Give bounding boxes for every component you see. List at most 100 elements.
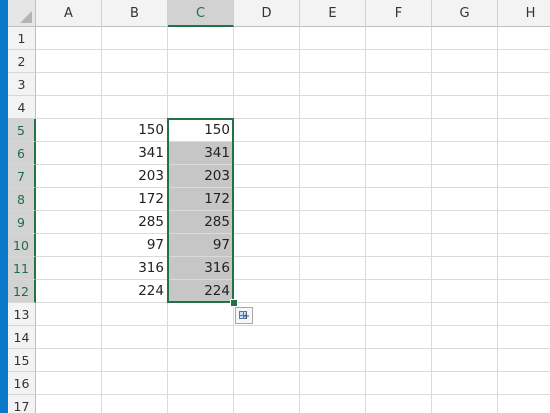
cell-e4[interactable] xyxy=(300,96,366,119)
fill-handle[interactable] xyxy=(230,299,238,307)
cell-a14[interactable] xyxy=(36,326,102,349)
cell-a11[interactable] xyxy=(36,257,102,280)
cell-d5[interactable] xyxy=(234,119,300,142)
cell-f13[interactable] xyxy=(366,303,432,326)
cell-a16[interactable] xyxy=(36,372,102,395)
cell-e7[interactable] xyxy=(300,165,366,188)
row-header-8[interactable]: 8 xyxy=(8,188,36,211)
cell-g4[interactable] xyxy=(432,96,498,119)
cell-h3[interactable] xyxy=(498,73,550,96)
cell-h10[interactable] xyxy=(498,234,550,257)
cell-d12[interactable] xyxy=(234,280,300,303)
cell-b8[interactable]: 172 xyxy=(102,188,168,211)
cell-e11[interactable] xyxy=(300,257,366,280)
cell-c2[interactable] xyxy=(168,50,234,73)
cell-a7[interactable] xyxy=(36,165,102,188)
cell-b2[interactable] xyxy=(102,50,168,73)
cell-c17[interactable] xyxy=(168,395,234,413)
row-header-14[interactable]: 14 xyxy=(8,326,36,349)
cell-f14[interactable] xyxy=(366,326,432,349)
cell-d2[interactable] xyxy=(234,50,300,73)
spreadsheet-grid[interactable]: A B C D E F G H 1 2 3 4 5 6 7 8 9 10 11 12 13 14 15 16 17 150 150 3… xyxy=(8,0,550,413)
cell-f11[interactable] xyxy=(366,257,432,280)
cell-a6[interactable] xyxy=(36,142,102,165)
cell-a3[interactable] xyxy=(36,73,102,96)
cell-f2[interactable] xyxy=(366,50,432,73)
cell-g6[interactable] xyxy=(432,142,498,165)
cell-b4[interactable] xyxy=(102,96,168,119)
cell-f15[interactable] xyxy=(366,349,432,372)
quick-analysis-button[interactable]: + xyxy=(235,307,253,324)
cell-c16[interactable] xyxy=(168,372,234,395)
cell-h11[interactable] xyxy=(498,257,550,280)
cell-e15[interactable] xyxy=(300,349,366,372)
cell-h12[interactable] xyxy=(498,280,550,303)
row-header-7[interactable]: 7 xyxy=(8,165,36,188)
cell-c7[interactable]: 203 xyxy=(168,165,234,188)
cell-g13[interactable] xyxy=(432,303,498,326)
cell-e16[interactable] xyxy=(300,372,366,395)
cell-d16[interactable] xyxy=(234,372,300,395)
column-header-c[interactable]: C xyxy=(168,0,234,27)
cell-d3[interactable] xyxy=(234,73,300,96)
cell-c9[interactable]: 285 xyxy=(168,211,234,234)
row-header-15[interactable]: 15 xyxy=(8,349,36,372)
cell-e2[interactable] xyxy=(300,50,366,73)
row-header-10[interactable]: 10 xyxy=(8,234,36,257)
row-header-11[interactable]: 11 xyxy=(8,257,36,280)
cell-d9[interactable] xyxy=(234,211,300,234)
cell-a2[interactable] xyxy=(36,50,102,73)
cell-c12[interactable]: 224 xyxy=(168,280,234,303)
cell-h8[interactable] xyxy=(498,188,550,211)
cell-b3[interactable] xyxy=(102,73,168,96)
cell-c15[interactable] xyxy=(168,349,234,372)
cell-g15[interactable] xyxy=(432,349,498,372)
cell-e8[interactable] xyxy=(300,188,366,211)
cell-b17[interactable] xyxy=(102,395,168,413)
row-header-4[interactable]: 4 xyxy=(8,96,36,119)
column-header-b[interactable]: B xyxy=(102,0,168,27)
cell-d10[interactable] xyxy=(234,234,300,257)
cell-c13[interactable] xyxy=(168,303,234,326)
row-header-2[interactable]: 2 xyxy=(8,50,36,73)
cell-e17[interactable] xyxy=(300,395,366,413)
column-header-e[interactable]: E xyxy=(300,0,366,27)
cell-f17[interactable] xyxy=(366,395,432,413)
cell-h1[interactable] xyxy=(498,27,550,50)
cell-f9[interactable] xyxy=(366,211,432,234)
cell-a9[interactable] xyxy=(36,211,102,234)
cell-f7[interactable] xyxy=(366,165,432,188)
column-header-a[interactable]: A xyxy=(36,0,102,27)
cell-f4[interactable] xyxy=(366,96,432,119)
cell-h7[interactable] xyxy=(498,165,550,188)
cell-g5[interactable] xyxy=(432,119,498,142)
cell-e6[interactable] xyxy=(300,142,366,165)
cell-b12[interactable]: 224 xyxy=(102,280,168,303)
cell-g2[interactable] xyxy=(432,50,498,73)
cell-b16[interactable] xyxy=(102,372,168,395)
cell-b6[interactable]: 341 xyxy=(102,142,168,165)
cell-e14[interactable] xyxy=(300,326,366,349)
cell-a10[interactable] xyxy=(36,234,102,257)
cell-g1[interactable] xyxy=(432,27,498,50)
cell-g9[interactable] xyxy=(432,211,498,234)
cell-f12[interactable] xyxy=(366,280,432,303)
cell-f5[interactable] xyxy=(366,119,432,142)
cell-d8[interactable] xyxy=(234,188,300,211)
cell-b11[interactable]: 316 xyxy=(102,257,168,280)
cell-a4[interactable] xyxy=(36,96,102,119)
cell-e12[interactable] xyxy=(300,280,366,303)
cell-f6[interactable] xyxy=(366,142,432,165)
cell-a13[interactable] xyxy=(36,303,102,326)
cell-c11[interactable]: 316 xyxy=(168,257,234,280)
cell-b5[interactable]: 150 xyxy=(102,119,168,142)
cell-a15[interactable] xyxy=(36,349,102,372)
cell-g16[interactable] xyxy=(432,372,498,395)
cell-b15[interactable] xyxy=(102,349,168,372)
cell-f3[interactable] xyxy=(366,73,432,96)
cell-h17[interactable] xyxy=(498,395,550,413)
cell-f1[interactable] xyxy=(366,27,432,50)
cell-d17[interactable] xyxy=(234,395,300,413)
cell-c3[interactable] xyxy=(168,73,234,96)
cell-e5[interactable] xyxy=(300,119,366,142)
